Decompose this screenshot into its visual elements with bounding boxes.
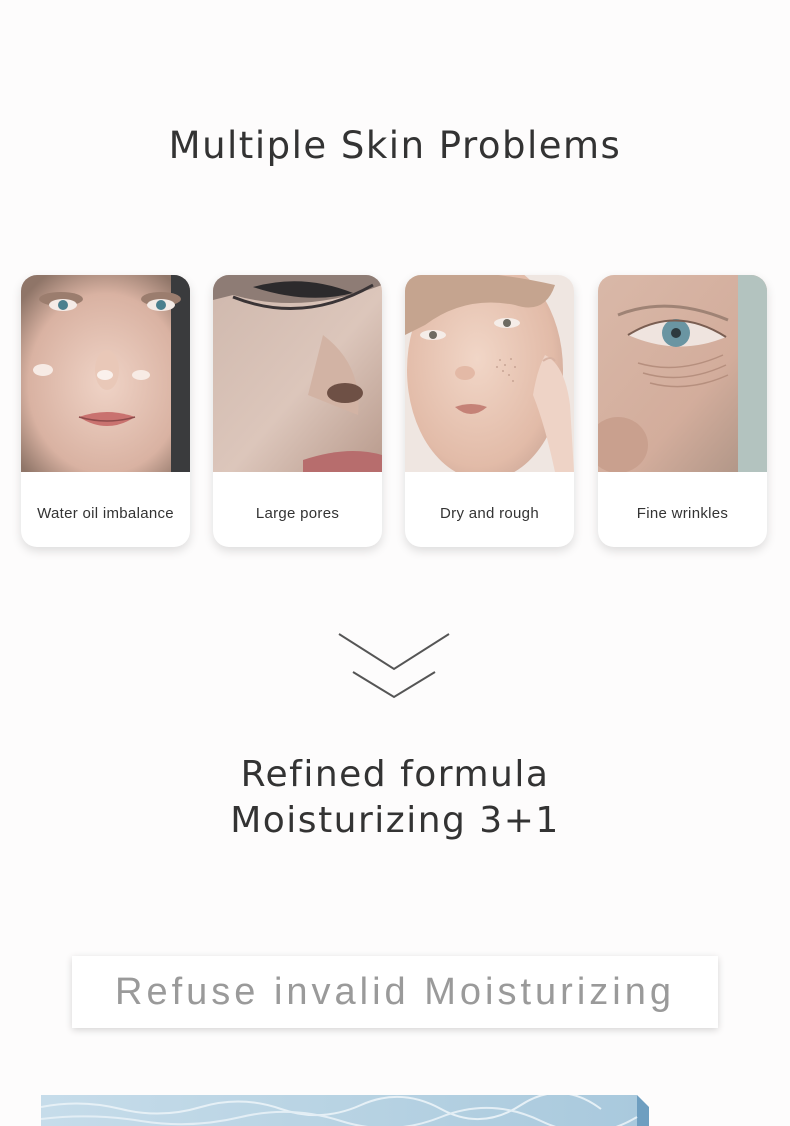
formula-line-1: Refined formula bbox=[240, 754, 550, 795]
oily-skin-face-photo bbox=[21, 275, 190, 472]
double-chevron-down-icon bbox=[338, 633, 450, 699]
dry-skin-face-photo bbox=[405, 275, 574, 472]
refuse-banner: Refuse invalid Moisturizing bbox=[72, 956, 718, 1028]
formula-line-2: Moisturizing 3+1 bbox=[230, 800, 560, 841]
card-large-pores[interactable]: Large pores bbox=[213, 275, 382, 547]
section-title: Multiple Skin Problems bbox=[168, 124, 622, 167]
card-dry-and-rough[interactable]: Dry and rough bbox=[405, 275, 574, 547]
card-fine-wrinkles[interactable]: Fine wrinkles bbox=[598, 275, 767, 547]
card-label: Fine wrinkles bbox=[636, 505, 729, 522]
formula-heading: Refined formula Moisturizing 3+1 bbox=[0, 752, 790, 844]
card-label: Large pores bbox=[255, 505, 340, 522]
card-water-oil-imbalance[interactable]: Water oil imbalance bbox=[21, 275, 190, 547]
wrinkles-eye-photo bbox=[598, 275, 767, 472]
skin-problem-cards: Water oil imbalance Large pores Dry and … bbox=[21, 275, 771, 555]
refuse-banner-text: Refuse invalid Moisturizing bbox=[115, 971, 675, 1013]
card-label: Dry and rough bbox=[440, 505, 539, 522]
water-ripple-image bbox=[41, 1095, 649, 1126]
card-label: Water oil imbalance bbox=[37, 505, 174, 522]
large-pores-face-photo bbox=[213, 275, 382, 472]
